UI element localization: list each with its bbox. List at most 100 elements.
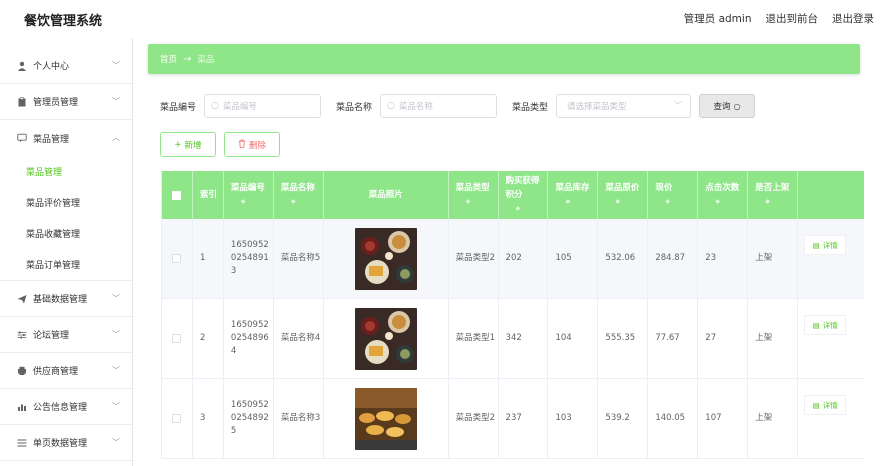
column-header[interactable]: 菜品类型 ◆ xyxy=(449,171,499,219)
chart-icon xyxy=(16,401,27,412)
sidebar-subitem-dish-orders[interactable]: 菜品订单管理 xyxy=(0,249,132,280)
select-all-cell xyxy=(162,171,193,219)
sidebar-item-dish-management[interactable]: 菜品管理 ︿ xyxy=(0,120,132,156)
top-nav: 管理员 admin 退出到前台 退出登录 xyxy=(684,11,874,26)
name-search-input[interactable]: ○ 菜品名称 xyxy=(380,94,498,118)
header-label: 是否上架 xyxy=(755,183,790,193)
send-icon xyxy=(16,293,27,304)
actions-header xyxy=(798,171,864,219)
detail-button-label: 详情 xyxy=(822,320,838,330)
sidebar-item-forum[interactable]: 论坛管理 ﹀ xyxy=(0,317,132,353)
index-cell: 3 xyxy=(193,379,224,458)
stock-cell: 104 xyxy=(548,299,599,378)
app-title: 餐饮管理系统 xyxy=(24,14,103,29)
table-header: 索引 菜品编号 ◆ 菜品名称 ◆ 菜品照片 菜品类型 ◆ 购买获得积分 ◆ 菜品库存 ◆ … xyxy=(162,171,864,219)
column-header[interactable]: 菜品名称 ◆ xyxy=(274,171,324,219)
top-header: 餐饮管理系统 管理员 admin 退出到前台 退出登录 xyxy=(0,0,888,38)
admin-user-label[interactable]: 管理员 admin xyxy=(684,11,752,26)
menu-icon xyxy=(16,437,27,448)
action-bar: + 新增 删除 xyxy=(160,132,280,157)
name-cell: 菜品名称3 xyxy=(274,379,324,458)
onsale-cell: 上架 xyxy=(748,379,799,458)
sort-icon: ◆ xyxy=(765,198,770,205)
original-price-cell: 539.2 xyxy=(598,379,649,458)
back-to-frontend-link[interactable]: 退出到前台 xyxy=(766,11,819,26)
search-icon: ○ xyxy=(387,101,395,111)
main-content: 首页 → 菜品 菜品编号 ○ 菜品编号 菜品名称 ○ 菜品名称 菜品类型 请选择… xyxy=(133,38,888,466)
code-search-input[interactable]: ○ 菜品编号 xyxy=(204,94,322,118)
code-filter-label: 菜品编号 xyxy=(160,102,197,113)
header-label: 菜品库存 xyxy=(555,183,590,193)
price-cell: 77.67 xyxy=(648,299,699,378)
column-header[interactable]: 索引 xyxy=(193,171,224,219)
detail-button[interactable]: ▤ 详情 xyxy=(804,395,847,415)
sidebar-item-announcements[interactable]: 公告信息管理 ﹀ xyxy=(0,389,132,425)
breadcrumb-home[interactable]: 首页 xyxy=(160,53,177,65)
logout-link[interactable]: 退出登录 xyxy=(832,11,874,26)
points-cell: 342 xyxy=(499,299,549,378)
dish-photo[interactable] xyxy=(354,227,417,290)
document-icon: ▤ xyxy=(812,320,820,330)
arrow-right-icon: → xyxy=(183,53,192,65)
photo-cell xyxy=(324,299,449,378)
dish-table: 索引 菜品编号 ◆ 菜品名称 ◆ 菜品照片 菜品类型 ◆ 购买获得积分 ◆ 菜品库存 ◆ … xyxy=(161,171,864,459)
row-checkbox[interactable] xyxy=(172,334,182,343)
column-header[interactable]: 菜品库存 ◆ xyxy=(548,171,599,219)
name-filter-label: 菜品名称 xyxy=(336,102,373,113)
sidebar: 个人中心 ﹀ 管理员管理 ﹀ 菜品管理 ︿ 菜品管理 菜品评价管理 菜品收藏管理… xyxy=(0,38,133,466)
row-checkbox[interactable] xyxy=(172,254,182,263)
dish-photo[interactable] xyxy=(354,387,417,450)
onsale-cell: 上架 xyxy=(748,299,799,378)
sidebar-subitem-dish-review[interactable]: 菜品评价管理 xyxy=(0,187,132,218)
type-cell: 菜品类型2 xyxy=(449,219,499,298)
sidebar-subitem-dish-favorites[interactable]: 菜品收藏管理 xyxy=(0,218,132,249)
sidebar-item-personal-center[interactable]: 个人中心 ﹀ xyxy=(0,48,132,84)
chevron-up-icon: ︿ xyxy=(112,133,120,142)
sort-icon: ◆ xyxy=(465,198,471,205)
dish-photo[interactable] xyxy=(354,307,417,370)
column-header[interactable]: 菜品编号 ◆ xyxy=(224,171,274,219)
original-price-cell: 532.06 xyxy=(598,219,649,298)
column-header[interactable]: 菜品照片 xyxy=(324,171,449,219)
sidebar-item-admin-management[interactable]: 管理员管理 ﹀ xyxy=(0,84,132,120)
chevron-down-icon: ﹀ xyxy=(112,438,120,447)
sort-icon: ◆ xyxy=(565,198,571,205)
query-button-label: 查询 xyxy=(713,102,731,112)
delete-button[interactable]: 删除 xyxy=(224,132,280,157)
column-header[interactable]: 点击次数 ◆ xyxy=(698,171,749,219)
filter-bar: 菜品编号 ○ 菜品编号 菜品名称 ○ 菜品名称 菜品类型 请选择菜品类型 ﹀ 查… xyxy=(160,94,756,118)
header-label: 菜品名称 xyxy=(280,183,315,193)
select-all-checkbox[interactable] xyxy=(172,190,182,200)
sort-icon: ◆ xyxy=(240,198,246,205)
row-actions-cell: ▤ 详情 xyxy=(798,299,864,378)
table-row: 3 16509520254892 5 菜品名称3 菜品类型2 237 103 5… xyxy=(162,379,864,459)
chevron-down-icon: ﹀ xyxy=(112,366,120,375)
column-header[interactable]: 菜品原价 ◆ xyxy=(598,171,649,219)
detail-button-label: 详情 xyxy=(822,400,838,410)
type-cell: 菜品类型1 xyxy=(449,299,499,378)
name-search-placeholder: 菜品名称 xyxy=(398,102,433,112)
column-header[interactable]: 现价 ◆ xyxy=(648,171,699,219)
column-header[interactable]: 是否上架 ◆ xyxy=(748,171,799,219)
sidebar-item-single-page[interactable]: 单页数据管理 ﹀ xyxy=(0,425,132,461)
detail-button[interactable]: ▤ 详情 xyxy=(804,315,847,335)
row-actions-cell: ▤ 详情 xyxy=(798,219,864,298)
sort-icon: ◆ xyxy=(515,205,521,212)
sidebar-item-label: 基础数据管理 xyxy=(33,295,88,305)
query-button[interactable]: 查询 ○ xyxy=(699,94,756,118)
row-checkbox[interactable] xyxy=(172,414,182,423)
sidebar-item-label: 供应商管理 xyxy=(33,367,79,377)
delete-button-label: 删除 xyxy=(248,140,266,151)
add-button[interactable]: + 新增 xyxy=(160,132,216,157)
detail-button[interactable]: ▤ 详情 xyxy=(804,235,847,255)
sidebar-item-basic-data[interactable]: 基础数据管理 ﹀ xyxy=(0,281,132,317)
code-cell: 16509520254896 4 xyxy=(224,299,274,378)
header-label: 菜品编号 xyxy=(230,183,265,193)
sort-icon: ◆ xyxy=(665,198,670,205)
sliders-icon xyxy=(16,329,27,340)
column-header[interactable]: 购买获得积分 ◆ xyxy=(499,171,549,219)
type-select[interactable]: 请选择菜品类型 ﹀ xyxy=(556,94,692,118)
add-button-label: 新增 xyxy=(184,140,202,151)
sidebar-subitem-dish-management[interactable]: 菜品管理 xyxy=(0,156,132,187)
sidebar-item-supplier[interactable]: 供应商管理 ﹀ xyxy=(0,353,132,389)
